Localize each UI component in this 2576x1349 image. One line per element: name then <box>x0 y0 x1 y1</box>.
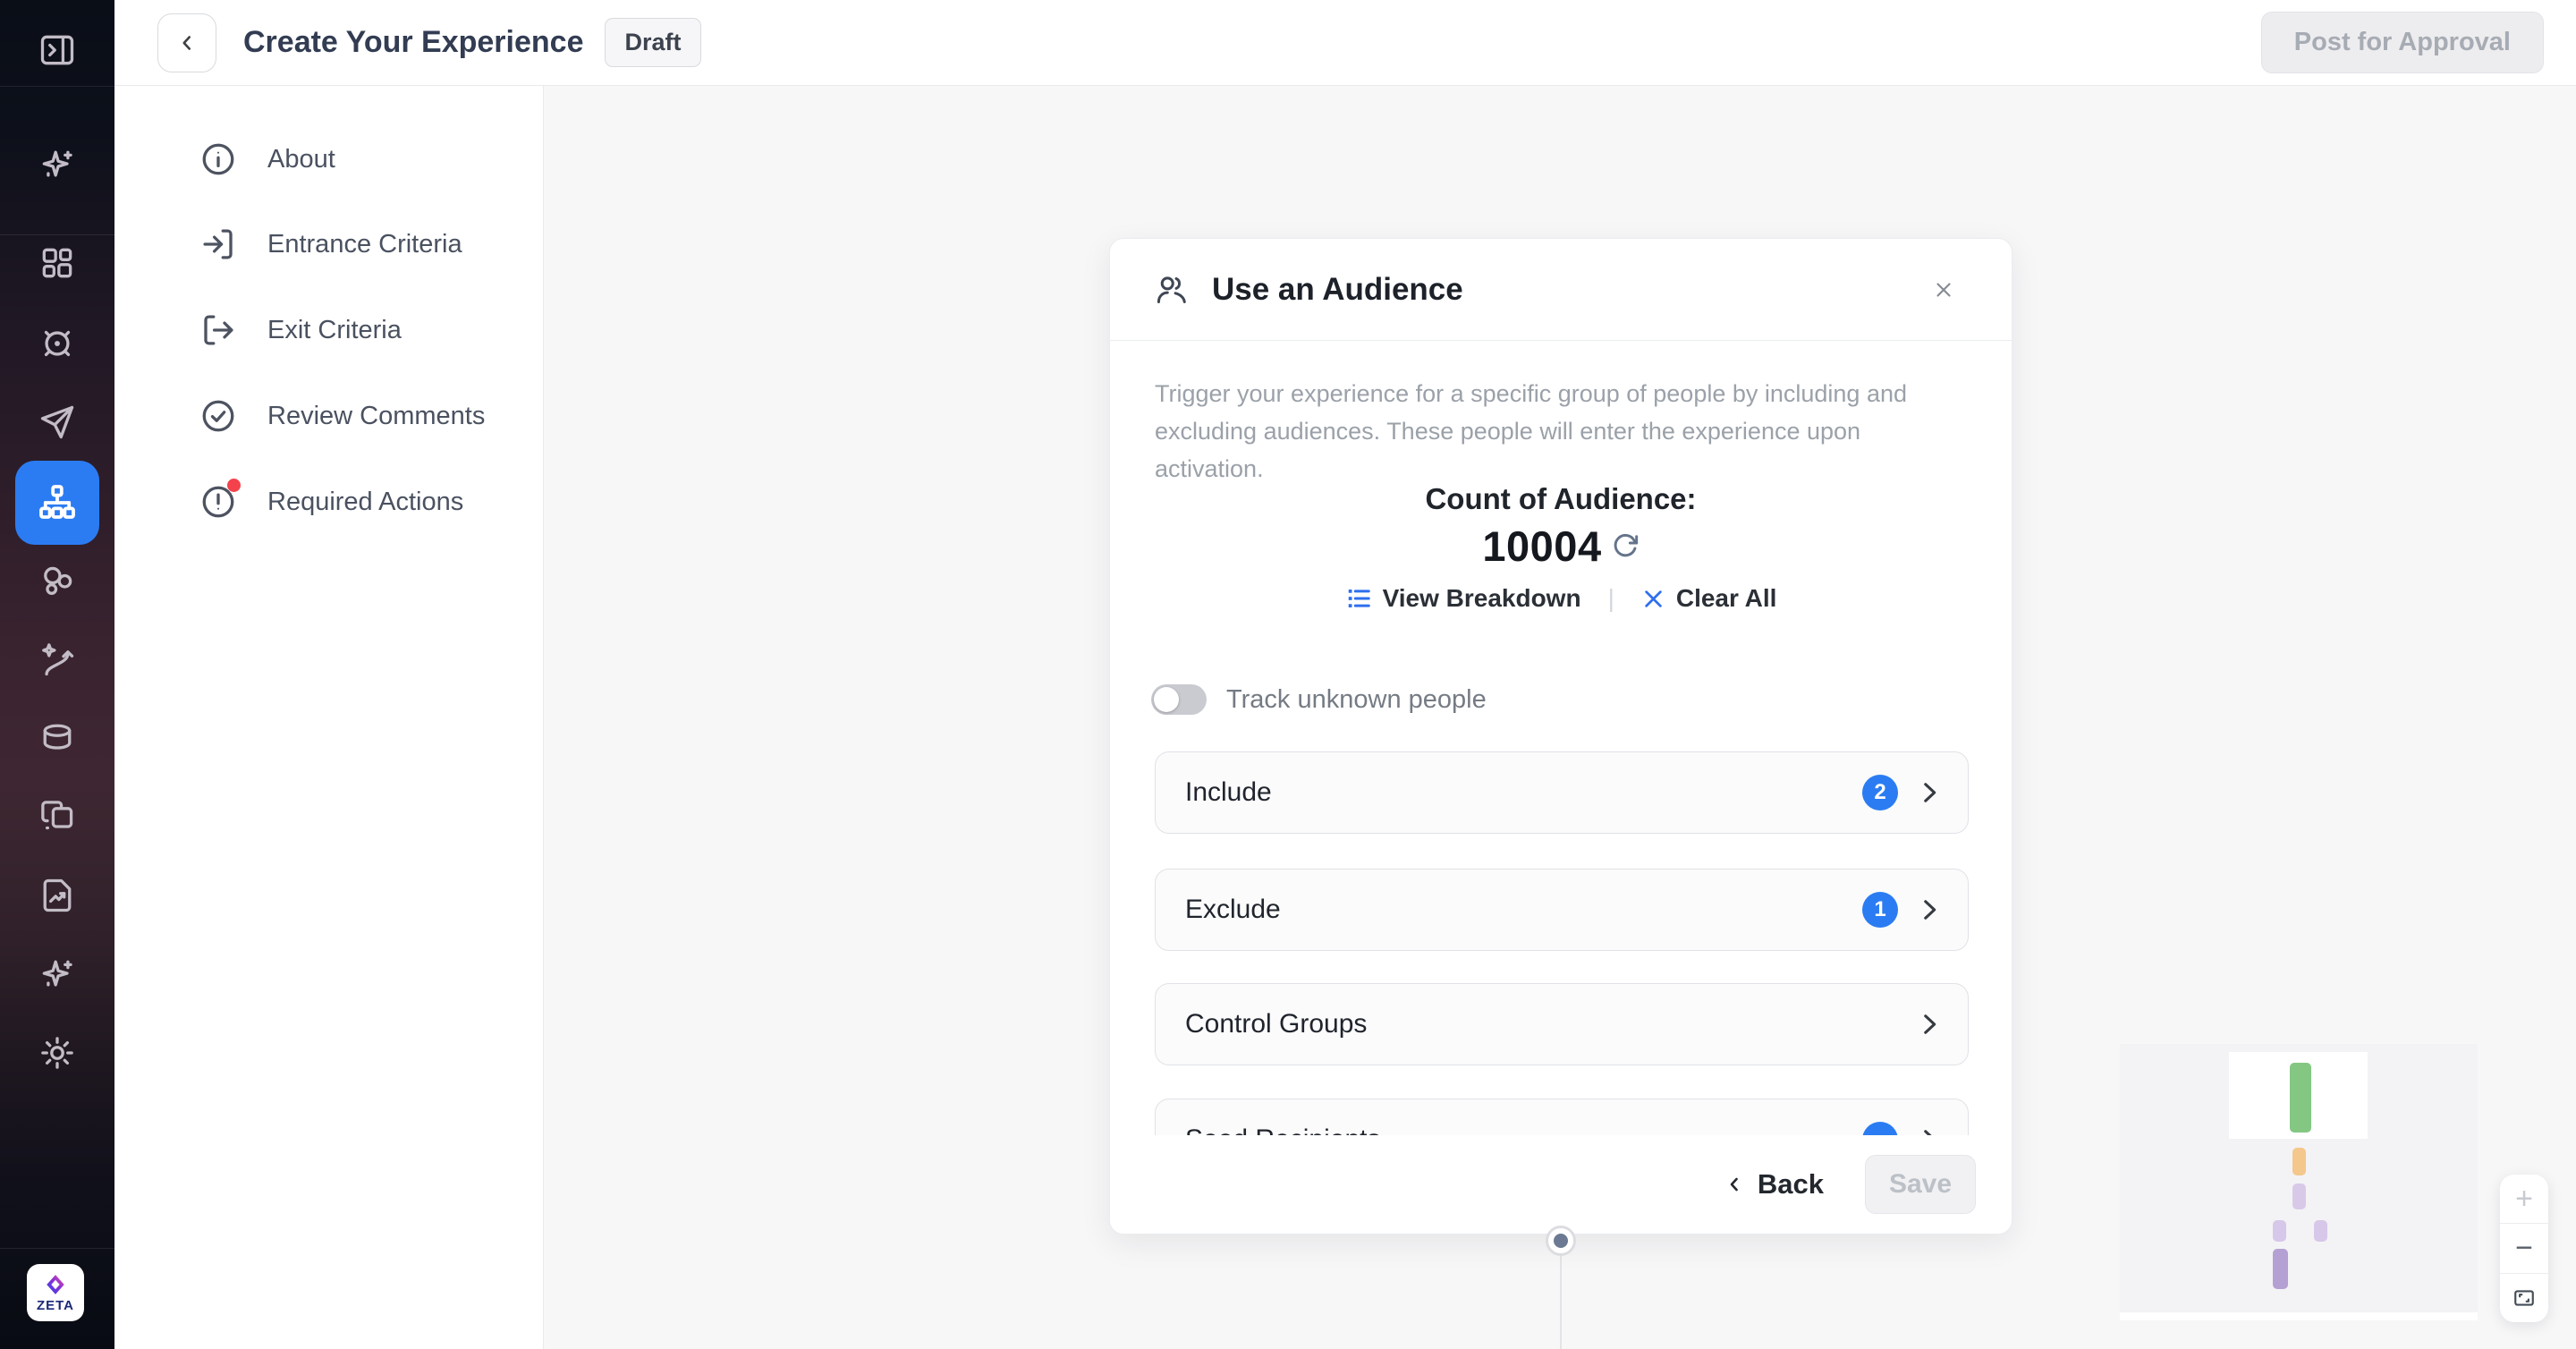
modal-back-button[interactable]: Back <box>1724 1168 1824 1201</box>
top-header: Create Your Experience Draft Post for Ap… <box>114 0 2576 86</box>
track-unknown-people-row: Track unknown people <box>1151 684 1487 715</box>
modal-description: Trigger your experience for a specific g… <box>1155 375 1967 488</box>
modal-title: Use an Audience <box>1212 272 1463 308</box>
log-in-icon <box>199 225 237 263</box>
ai-sparkle-icon[interactable] <box>38 954 77 994</box>
minimap-purple-node <box>2292 1184 2306 1209</box>
sidebar-item-exit-criteria[interactable]: Exit Criteria <box>199 311 402 349</box>
log-out-icon <box>199 311 237 349</box>
page-title: Create Your Experience <box>243 25 583 60</box>
minimap-purple-node <box>2314 1220 2327 1242</box>
chevron-right-icon <box>1914 895 1945 925</box>
settings-icon[interactable] <box>38 1033 77 1073</box>
chevron-right-icon <box>1914 777 1945 808</box>
journey-hierarchy-icon[interactable] <box>15 461 99 545</box>
separator: | <box>1608 584 1614 613</box>
database-icon[interactable] <box>38 718 77 758</box>
exclude-count-badge: 1 <box>1862 892 1898 928</box>
minimap-bottom-strip <box>2120 1312 2478 1320</box>
route-icon[interactable] <box>38 640 77 679</box>
zoom-in-button[interactable]: + <box>2500 1175 2548 1223</box>
experience-sidebar: About Entrance Criteria Exit Criteria Re… <box>114 86 544 1349</box>
app-rail: ZETA <box>0 0 114 1349</box>
close-icon[interactable] <box>1928 274 1960 306</box>
post-for-approval-button[interactable]: Post for Approval <box>2261 12 2544 73</box>
report-icon[interactable] <box>38 876 77 915</box>
clear-all-link[interactable]: Clear All <box>1641 584 1777 613</box>
fit-view-button[interactable] <box>2500 1273 2548 1322</box>
exclude-row[interactable]: Exclude 1 <box>1155 869 1969 951</box>
info-circle-icon <box>199 140 237 178</box>
toggle-label: Track unknown people <box>1226 685 1487 715</box>
count-actions: View Breakdown | Clear All <box>1110 584 2012 613</box>
x-icon <box>1641 587 1665 611</box>
toggle-knob <box>1154 687 1179 712</box>
zeta-wordmark: ZETA <box>37 1298 74 1313</box>
chevron-left-icon <box>1724 1174 1745 1195</box>
chevron-right-icon <box>1914 1009 1945 1039</box>
back-button[interactable] <box>157 13 216 72</box>
control-groups-row[interactable]: Control Groups <box>1155 983 1969 1065</box>
use-an-audience-modal: Use an Audience Trigger your experience … <box>1109 238 2012 1234</box>
dashboard-icon[interactable] <box>38 243 77 283</box>
minimap-orange-node <box>2292 1148 2306 1175</box>
sidebar-item-required-actions[interactable]: Required Actions <box>199 483 463 521</box>
chevron-left-icon <box>175 31 199 55</box>
notification-dot <box>227 479 241 492</box>
ai-sparkle-icon[interactable] <box>38 145 77 184</box>
audience-count-value: 10004 <box>1482 522 1601 571</box>
modal-footer: Back Save <box>1110 1135 2012 1234</box>
zeta-diamond-icon <box>44 1273 67 1296</box>
rail-divider <box>0 234 114 235</box>
fit-view-icon <box>2512 1286 2536 1310</box>
modal-header: Use an Audience <box>1110 239 2012 341</box>
count-of-audience-label: Count of Audience: <box>1110 482 2012 516</box>
track-unknown-toggle[interactable] <box>1151 684 1207 715</box>
minimap-purple-node <box>2273 1220 2286 1242</box>
port-dot <box>1554 1234 1568 1248</box>
panel-toggle-icon[interactable] <box>38 30 77 70</box>
journey-connector-line <box>1560 1241 1562 1349</box>
canvas-zoom-controls: + − <box>2500 1175 2548 1322</box>
locate-icon[interactable] <box>38 324 77 363</box>
rail-divider <box>0 86 114 87</box>
zeta-logo: ZETA <box>27 1264 84 1321</box>
zoom-out-button[interactable]: − <box>2500 1223 2548 1272</box>
minimap-purple-node <box>2273 1249 2288 1289</box>
segments-icon[interactable] <box>38 561 77 600</box>
sidebar-item-entrance-criteria[interactable]: Entrance Criteria <box>199 225 462 263</box>
copy-icon[interactable] <box>38 797 77 836</box>
check-circle-icon <box>199 397 237 435</box>
alert-circle-icon <box>199 483 237 521</box>
list-icon <box>1345 585 1372 612</box>
rail-divider <box>0 1248 114 1249</box>
sidebar-item-review-comments[interactable]: Review Comments <box>199 397 485 435</box>
sidebar-item-about[interactable]: About <box>199 140 335 178</box>
journey-connector-port[interactable] <box>1546 1226 1576 1256</box>
count-row: 10004 <box>1110 522 2012 571</box>
include-row[interactable]: Include 2 <box>1155 751 1969 834</box>
include-count-badge: 2 <box>1862 775 1898 810</box>
refresh-icon[interactable] <box>1611 532 1640 561</box>
users-icon <box>1155 273 1189 307</box>
send-icon[interactable] <box>38 403 77 442</box>
status-badge: Draft <box>605 18 700 67</box>
minimap-green-node <box>2290 1063 2311 1133</box>
view-breakdown-link[interactable]: View Breakdown <box>1345 584 1581 613</box>
save-button[interactable]: Save <box>1865 1155 1976 1214</box>
